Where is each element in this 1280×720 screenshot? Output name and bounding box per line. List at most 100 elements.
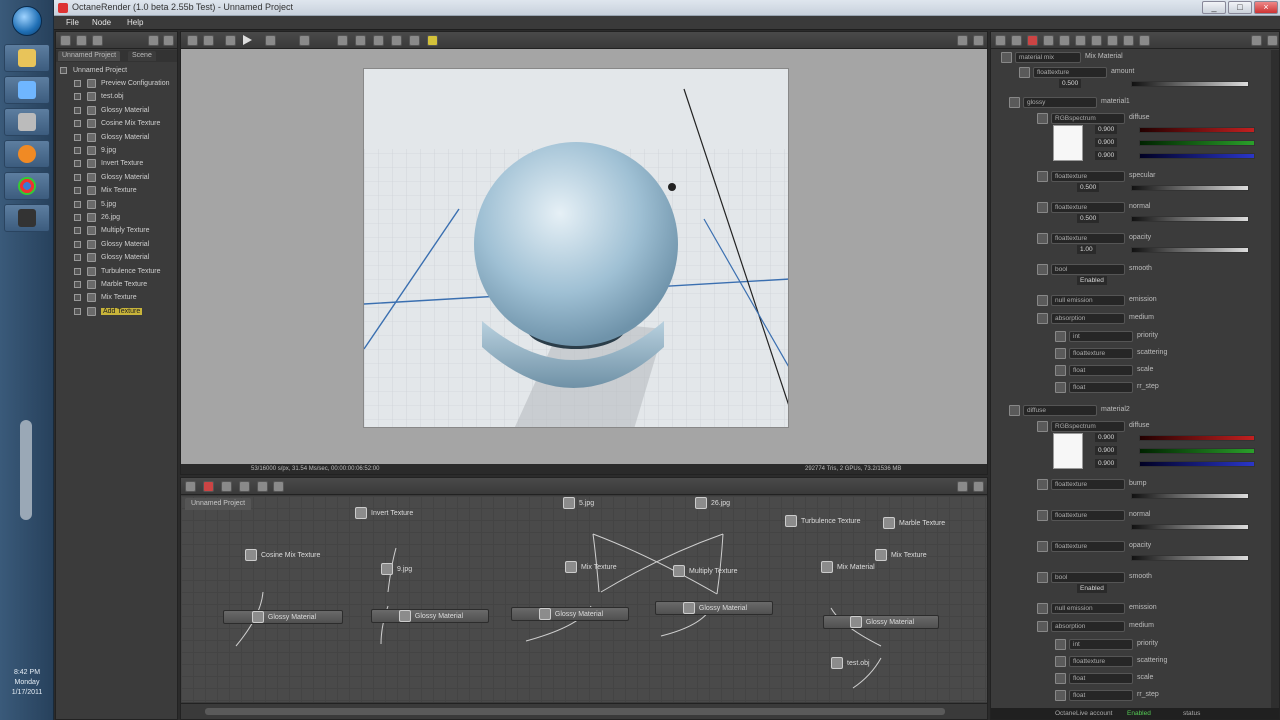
param-row[interactable]: floattexture bump (991, 477, 1279, 499)
hscroll-thumb[interactable] (205, 708, 945, 715)
region-icon[interactable] (337, 35, 348, 46)
expand-icon[interactable] (1055, 331, 1066, 342)
expand-icon[interactable] (1037, 202, 1048, 213)
graph-node[interactable]: Glossy Material (823, 615, 939, 629)
expand-icon[interactable] (74, 254, 81, 262)
zoom-icon[interactable] (373, 35, 384, 46)
graph-node[interactable]: test.obj (831, 656, 870, 670)
param-value[interactable]: 1.00 (1077, 245, 1096, 254)
group-icon[interactable] (257, 481, 268, 492)
type-dropdown[interactable]: bool (1051, 572, 1125, 583)
tree-item[interactable]: 9.jpg (74, 144, 190, 157)
tree-item[interactable]: Mix Texture (74, 291, 190, 304)
inspector-vscroll[interactable] (1271, 50, 1279, 710)
expand-icon[interactable] (74, 187, 81, 195)
param-row[interactable]: bool smooth Enabled (991, 570, 1279, 593)
expand-icon[interactable] (973, 35, 984, 46)
expand-icon[interactable] (1037, 603, 1048, 614)
tree-item[interactable]: Glossy Material (74, 104, 190, 117)
param-row[interactable]: float scale (991, 363, 1279, 378)
expand-icon[interactable] (1055, 365, 1066, 376)
type-dropdown[interactable]: material mix (1015, 52, 1081, 63)
graph-icon[interactable] (185, 481, 196, 492)
play-icon[interactable] (243, 35, 252, 45)
expand-icon[interactable] (1009, 405, 1020, 416)
type-dropdown[interactable]: floattexture (1051, 233, 1125, 244)
type-dropdown[interactable]: float (1069, 382, 1133, 393)
expand-icon[interactable] (74, 147, 81, 154)
graph-node[interactable]: Invert Texture (355, 506, 413, 520)
type-dropdown[interactable]: absorption (1051, 313, 1125, 324)
param-value[interactable]: 0.500 (1077, 183, 1100, 192)
expand-icon[interactable] (74, 214, 81, 221)
color-g-value[interactable]: 0.900 (1095, 446, 1118, 455)
expand-icon[interactable] (1037, 541, 1048, 552)
expand-icon[interactable] (1037, 264, 1048, 275)
param-row[interactable]: int priority (991, 637, 1279, 652)
type-dropdown[interactable]: null emission (1051, 295, 1125, 306)
color-r-slider[interactable] (1139, 127, 1255, 133)
expand-icon[interactable] (1055, 690, 1066, 701)
pause-icon[interactable] (225, 35, 236, 46)
graph-node[interactable]: Glossy Material (371, 609, 489, 623)
param-row[interactable]: diffuse material2 (991, 403, 1279, 418)
expand-icon[interactable] (74, 106, 81, 114)
search-icon[interactable] (995, 35, 1006, 46)
node-canvas[interactable]: Unnamed Project Invert Texture 5.jpg 26.jp… (181, 496, 987, 702)
inspector-header[interactable]: material mix Mix Material (991, 50, 1279, 65)
color-row[interactable]: RGBspectrum diffuse (991, 419, 1279, 434)
param-row[interactable]: float scale (991, 671, 1279, 686)
link-icon[interactable] (1043, 35, 1054, 46)
graph-node[interactable]: Mix Texture (875, 548, 927, 562)
param-row[interactable]: floattexture amount 0.500 (991, 65, 1279, 88)
taskbar-octane-button[interactable] (4, 204, 50, 232)
tree-item[interactable]: Multiply Texture (74, 224, 190, 237)
expand-icon[interactable] (74, 173, 81, 181)
param-row[interactable]: bool smooth Enabled (991, 262, 1279, 285)
type-dropdown[interactable]: float (1069, 690, 1133, 701)
taskbar-monitor-button[interactable] (4, 76, 50, 104)
color-g-value[interactable]: 0.900 (1095, 138, 1118, 147)
param-row[interactable]: glossy material1 (991, 95, 1279, 110)
value-slider[interactable] (1131, 524, 1249, 530)
color-b-value[interactable]: 0.900 (1095, 151, 1118, 160)
param-row[interactable]: int priority (991, 329, 1279, 344)
type-dropdown[interactable]: floattexture (1051, 479, 1125, 490)
expand-icon[interactable] (1037, 233, 1048, 244)
graph-node[interactable]: Multiply Texture (673, 564, 738, 578)
paste-node-icon[interactable] (239, 481, 250, 492)
pick-icon[interactable] (409, 35, 420, 46)
menu-help[interactable]: Help (127, 18, 143, 27)
graph-node[interactable]: 26.jpg (695, 496, 730, 510)
graph-node[interactable]: Mix Material (821, 560, 875, 574)
tree-item[interactable]: Add Texture (74, 305, 190, 318)
expand-icon[interactable] (74, 240, 81, 248)
param-row[interactable]: floattexture scattering (991, 346, 1279, 361)
param-row[interactable]: null emission emission (991, 293, 1279, 308)
param-row[interactable]: absorption medium (991, 311, 1279, 326)
type-dropdown[interactable]: RGBspectrum (1051, 421, 1125, 432)
param-row[interactable]: floattexture scattering (991, 654, 1279, 669)
expand-icon[interactable] (1055, 656, 1066, 667)
wrench-icon[interactable] (957, 481, 968, 492)
param-row[interactable]: floattexture specular 0.500 (991, 169, 1279, 192)
color-g-slider[interactable] (1139, 140, 1255, 146)
param-row[interactable]: absorption medium (991, 619, 1279, 634)
type-dropdown[interactable]: glossy (1023, 97, 1097, 108)
type-dropdown[interactable]: absorption (1051, 621, 1125, 632)
menu-file[interactable]: File (66, 18, 79, 27)
wrench-icon[interactable] (957, 35, 968, 46)
type-dropdown[interactable]: floattexture (1069, 348, 1133, 359)
type-dropdown[interactable]: bool (1051, 264, 1125, 275)
value-slider[interactable] (1131, 493, 1249, 499)
color-b-value[interactable]: 0.900 (1095, 459, 1118, 468)
highlight-icon[interactable] (427, 35, 438, 46)
param-row[interactable]: floattexture normal 0.500 (991, 200, 1279, 223)
expand-icon[interactable] (1055, 348, 1066, 359)
color-swatch[interactable] (1053, 433, 1083, 469)
graph-node[interactable]: Cosine Mix Texture (245, 548, 320, 562)
expand-icon[interactable] (1037, 295, 1048, 306)
expand-icon[interactable] (74, 80, 81, 87)
color-swatch[interactable] (1053, 125, 1083, 161)
color-row[interactable]: RGBspectrum diffuse (991, 111, 1279, 126)
